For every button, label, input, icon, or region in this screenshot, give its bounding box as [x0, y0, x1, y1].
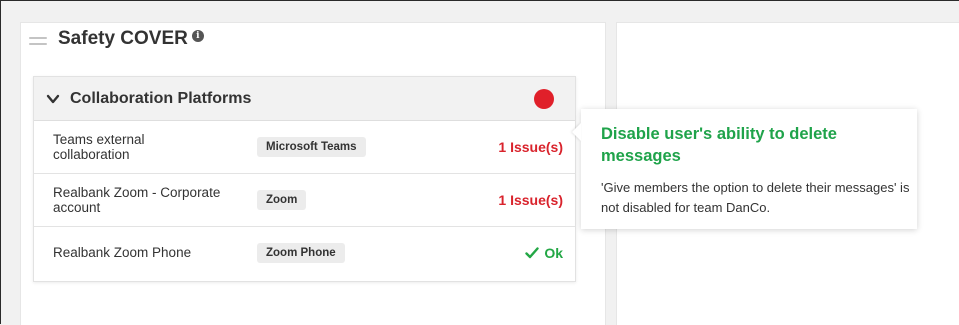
panel-header[interactable]: Collaboration Platforms: [34, 77, 575, 121]
status-indicator-dot: [534, 89, 554, 109]
table-row[interactable]: Teams external collaboration Microsoft T…: [34, 121, 575, 174]
platform-badge: Zoom: [257, 190, 307, 210]
collaboration-platforms-panel: Collaboration Platforms Teams external c…: [33, 76, 576, 282]
issue-tooltip: Disable user's ability to delete message…: [572, 109, 917, 229]
widget-title-group: Safety COVER i: [58, 28, 204, 50]
chevron-down-icon[interactable]: [46, 92, 60, 106]
issue-status[interactable]: 1 Issue(s): [498, 139, 563, 155]
row-name: Realbank Zoom - Corporate account: [53, 185, 221, 215]
drag-handle-icon[interactable]: [29, 37, 47, 47]
row-name: Realbank Zoom Phone: [53, 245, 192, 260]
issue-status[interactable]: 1 Issue(s): [498, 192, 563, 208]
screen-frame: Safety COVER i Collaboration Platforms T…: [0, 0, 959, 325]
row-name: Teams external collaboration: [53, 132, 145, 162]
table-row[interactable]: Realbank Zoom Phone Zoom Phone Ok: [34, 227, 575, 278]
widget-title: Safety COVER: [58, 28, 188, 49]
info-icon[interactable]: i: [191, 29, 204, 42]
platform-badge: Microsoft Teams: [257, 137, 366, 157]
tooltip-title: Disable user's ability to delete message…: [601, 125, 837, 165]
tooltip-body: 'Give members the option to delete their…: [601, 180, 910, 215]
tooltip-arrow: [572, 123, 581, 141]
table-row[interactable]: Realbank Zoom - Corporate account Zoom 1…: [34, 174, 575, 227]
platform-badge: Zoom Phone: [257, 242, 345, 263]
ok-label: Ok: [544, 244, 563, 261]
ok-status: Ok: [525, 245, 563, 261]
panel-title: Collaboration Platforms: [70, 89, 252, 107]
checkmark-icon: [525, 246, 540, 258]
